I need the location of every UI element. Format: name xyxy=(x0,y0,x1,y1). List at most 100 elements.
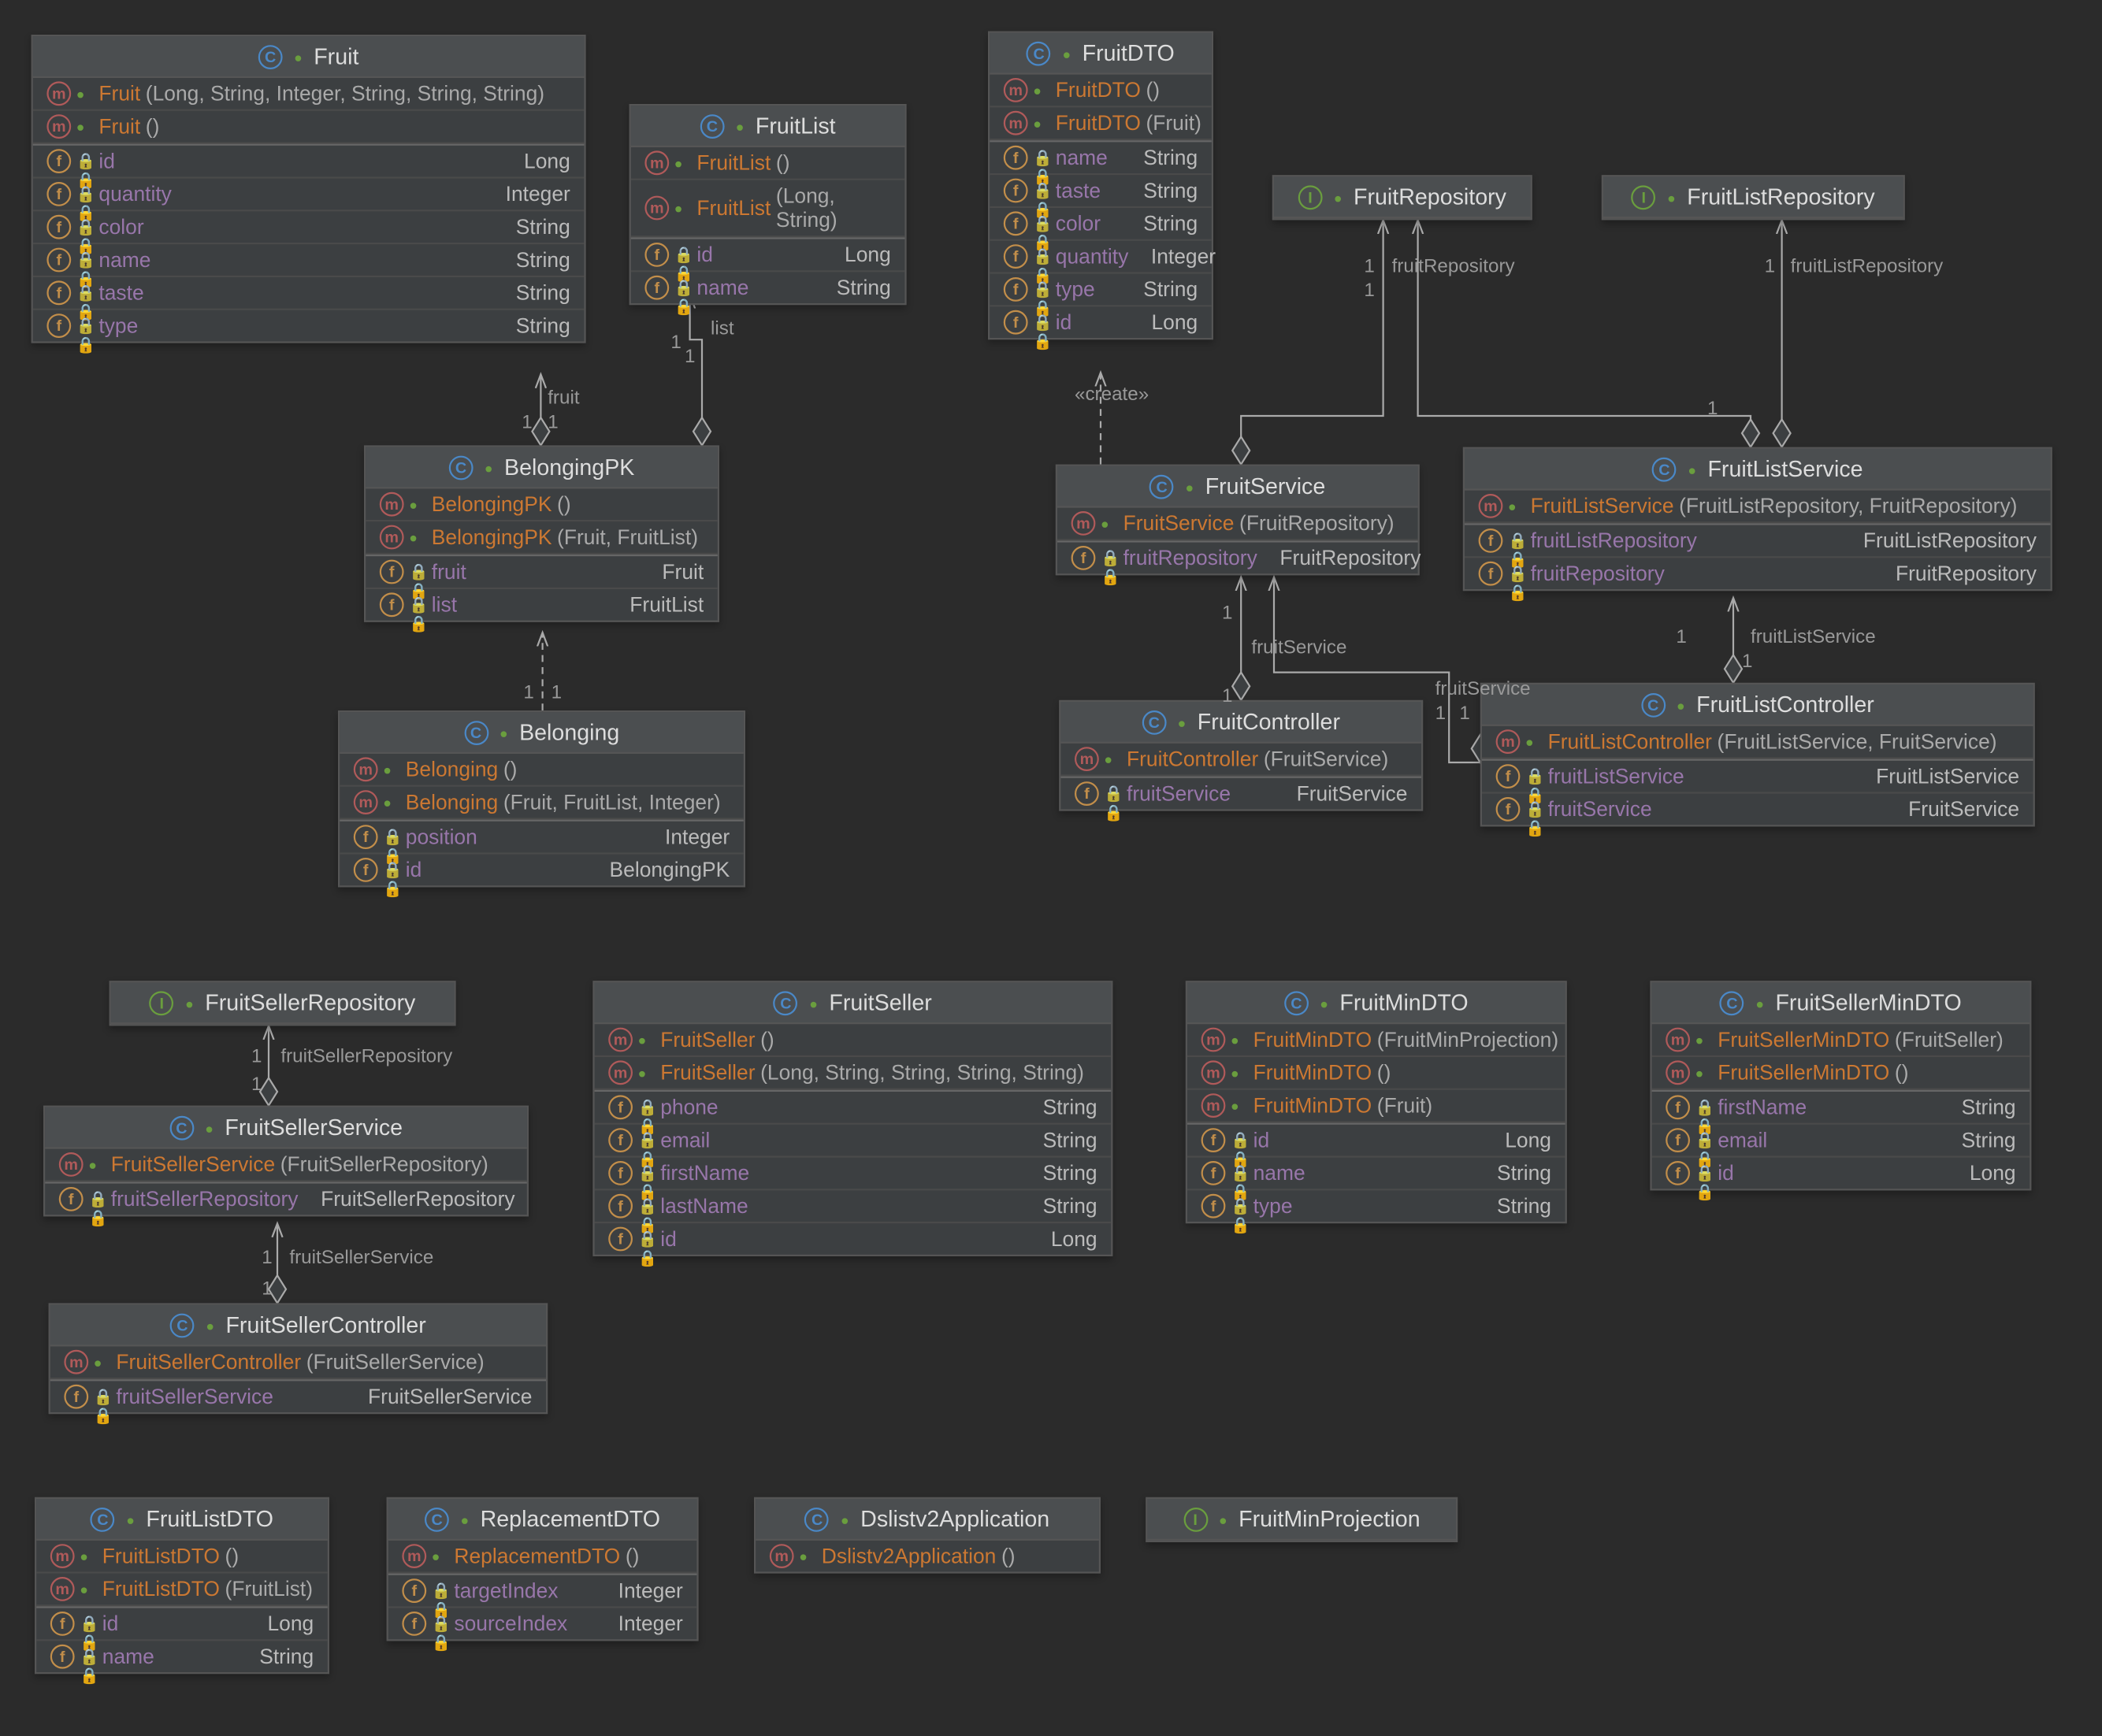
method-params: () xyxy=(146,114,160,139)
method-row: m FruitMinDTO () xyxy=(1187,1057,1565,1090)
connector-label: 1 xyxy=(1742,651,1752,672)
field-type: Integer xyxy=(601,1578,683,1603)
method-params: (Fruit, FruitList, Integer) xyxy=(503,790,721,814)
class-FruitListController[interactable]: C FruitListController m FruitListControl… xyxy=(1480,683,2035,827)
field-row: f🔒 fruitSellerRepository FruitSellerRepo… xyxy=(45,1184,527,1215)
method-name: FruitListDTO xyxy=(102,1544,220,1568)
m-icon: m xyxy=(1071,511,1096,536)
class-FruitRepository[interactable]: I FruitRepository xyxy=(1272,175,1532,220)
method-params: (FruitRepository) xyxy=(1239,511,1395,536)
field-type: FruitService xyxy=(1891,797,2019,822)
class-FruitSellerService[interactable]: C FruitSellerService m FruitSellerServic… xyxy=(43,1106,529,1217)
class-FruitSellerMinDTO[interactable]: C FruitSellerMinDTO m FruitSellerMinDTO … xyxy=(1650,981,2031,1190)
field-row: f🔒 type String xyxy=(990,274,1212,307)
m-icon: m xyxy=(1479,494,1503,518)
connector-label: fruitRepository xyxy=(1392,257,1515,277)
field-name: color xyxy=(1056,211,1101,236)
visibility-icon: 🔒 xyxy=(1508,532,1525,549)
field-name: name xyxy=(696,276,748,300)
f-icon: f xyxy=(1201,1194,1226,1219)
class-FruitListRepository[interactable]: I FruitListRepository xyxy=(1602,175,1905,220)
f-icon: f xyxy=(1004,277,1028,302)
connector-label: 1 xyxy=(1459,703,1469,724)
class-FruitDTO[interactable]: C FruitDTO m FruitDTO () m FruitDTO (Fru… xyxy=(988,32,1213,340)
field-name: fruitSellerService xyxy=(116,1385,273,1409)
f-icon: f xyxy=(59,1187,84,1211)
class-name: FruitListDTO xyxy=(146,1506,273,1532)
class-icon: C xyxy=(170,1313,195,1337)
field-row: f🔒 phone String xyxy=(595,1092,1112,1125)
class-FruitSellerController[interactable]: C FruitSellerController m FruitSellerCon… xyxy=(49,1303,548,1414)
visibility-icon xyxy=(409,529,426,546)
method-name: FruitSeller xyxy=(660,1060,755,1085)
method-row: m FruitListController (FruitListService,… xyxy=(1482,726,2033,759)
class-title: C ReplacementDTO xyxy=(388,1499,697,1541)
class-title: C Belonging xyxy=(340,712,744,754)
field-row: f🔒 fruitService FruitService xyxy=(1060,778,1421,810)
field-type: Integer xyxy=(601,1612,683,1636)
class-ReplacementDTO[interactable]: C ReplacementDTO m ReplacementDTO () f🔒 … xyxy=(387,1497,699,1641)
class-FruitController[interactable]: C FruitController m FruitController (Fru… xyxy=(1059,700,1423,811)
method-name: ReplacementDTO xyxy=(454,1544,620,1568)
class-FruitSeller[interactable]: C FruitSeller m FruitSeller () m FruitSe… xyxy=(592,981,1112,1256)
method-name: FruitSellerService xyxy=(111,1152,275,1177)
visibility-icon xyxy=(76,85,94,102)
class-title: C FruitDTO xyxy=(990,33,1212,75)
class-name: ReplacementDTO xyxy=(481,1506,660,1532)
class-FruitMinProjection[interactable]: I FruitMinProjection xyxy=(1146,1497,1458,1542)
method-params: () xyxy=(1377,1060,1391,1085)
visibility-icon: 🔒 xyxy=(383,829,400,846)
connector-label: 1 xyxy=(1765,257,1775,277)
connector-label: 1 xyxy=(1676,627,1686,647)
f-icon: f xyxy=(644,243,669,267)
class-FruitSellerRepository[interactable]: I FruitSellerRepository xyxy=(110,981,456,1026)
class-Dslistv2Application[interactable]: C Dslistv2Application m Dslistv2Applicat… xyxy=(754,1497,1101,1574)
class-FruitListDTO[interactable]: C FruitListDTO m FruitListDTO () m Fruit… xyxy=(35,1497,329,1674)
connector-label: list xyxy=(711,319,734,339)
class-FruitListService[interactable]: C FruitListService m FruitListService (F… xyxy=(1463,447,2052,592)
class-icon: C xyxy=(1652,457,1677,481)
connector-label: «create» xyxy=(1075,384,1149,405)
field-type: FruitListRepository xyxy=(1846,529,2037,553)
visibility-icon xyxy=(638,1064,655,1081)
class-Belonging[interactable]: C Belonging m Belonging () m Belonging (… xyxy=(338,710,745,887)
f-icon: f xyxy=(644,276,669,300)
class-FruitList[interactable]: C FruitList m FruitList () m FruitList (… xyxy=(629,104,907,305)
visibility-icon: 🔒 xyxy=(1695,1099,1713,1116)
m-icon: m xyxy=(354,757,378,781)
field-type: Long xyxy=(250,1612,314,1636)
f-icon: f xyxy=(46,149,71,173)
visibility-icon: 🔒 xyxy=(1231,1164,1248,1181)
field-name: fruitService xyxy=(1548,797,1652,822)
visibility-icon: 🔒 xyxy=(1525,800,1543,818)
field-type: Long xyxy=(507,149,570,173)
visibility-icon: 🔒 xyxy=(638,1164,655,1181)
visibility-icon: 🔒 xyxy=(76,153,94,170)
f-icon: f xyxy=(608,1128,633,1152)
method-name: FruitMinDTO xyxy=(1253,1060,1372,1085)
visibility-icon xyxy=(409,495,426,513)
visibility-icon xyxy=(638,1031,655,1048)
visibility-icon: 🔒 xyxy=(1695,1164,1713,1181)
connector-label: 1 xyxy=(1435,703,1446,724)
connector-label: 1 xyxy=(522,413,532,433)
visibility-icon: 🔒 xyxy=(1033,182,1050,199)
method-name: FruitMinDTO xyxy=(1253,1093,1372,1118)
class-FruitMinDTO[interactable]: C FruitMinDTO m FruitMinDTO (FruitMinPro… xyxy=(1186,981,1567,1223)
class-Fruit[interactable]: C Fruit m Fruit (Long, String, Integer, … xyxy=(32,35,586,343)
field-type: Integer xyxy=(648,825,730,849)
method-row: m BelongingPK () xyxy=(366,488,718,521)
m-icon: m xyxy=(1004,111,1028,135)
class-icon: C xyxy=(169,1115,194,1140)
visibility-icon: 🔒 xyxy=(674,279,692,296)
method-row: m Fruit () xyxy=(33,111,585,144)
field-type: Integer xyxy=(488,182,570,206)
connector-label: fruitListService xyxy=(1751,627,1876,647)
m-icon: m xyxy=(644,196,669,221)
class-BelongingPK[interactable]: C BelongingPK m BelongingPK () m Belongi… xyxy=(364,445,719,621)
class-FruitService[interactable]: C FruitService m FruitService (FruitRepo… xyxy=(1056,465,1420,576)
method-params: () xyxy=(626,1544,640,1568)
visibility-icon: 🔒 xyxy=(80,1648,97,1665)
method-name: FruitSellerMinDTO xyxy=(1718,1028,1889,1052)
m-icon: m xyxy=(1666,1028,1690,1052)
